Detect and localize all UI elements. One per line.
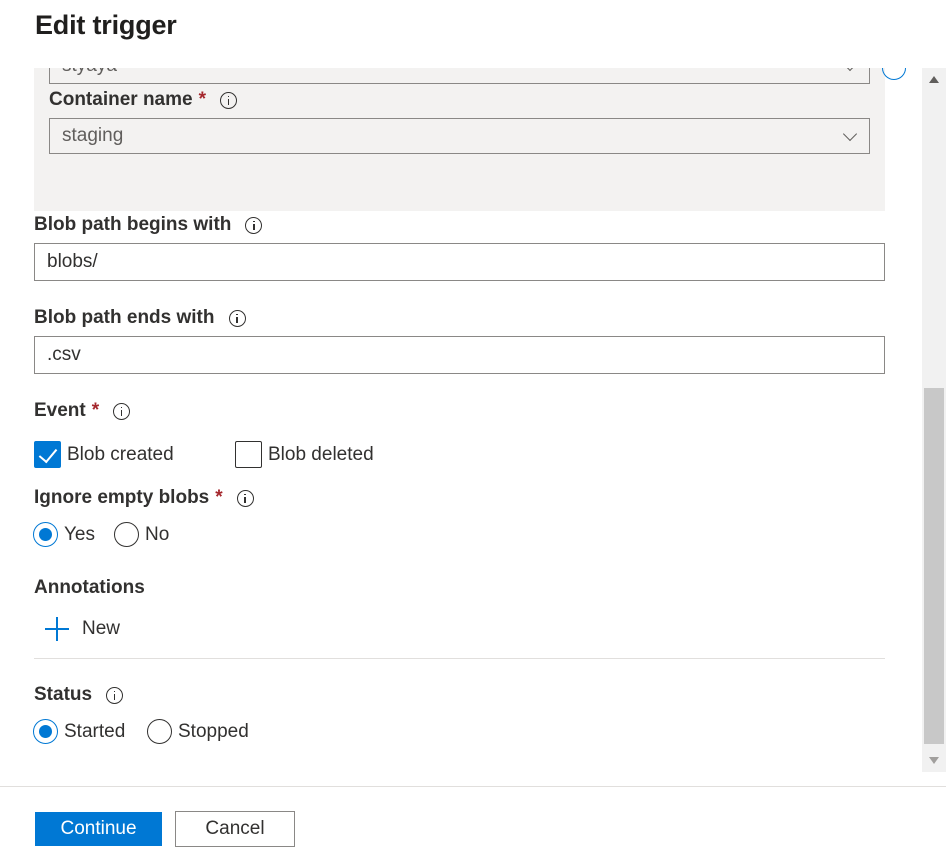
event-label: Event * xyxy=(34,400,131,422)
blob-begins-label: Blob path begins with xyxy=(34,214,263,236)
status-started-radio[interactable]: Started xyxy=(33,719,125,744)
status-stopped-radio[interactable]: Stopped xyxy=(147,719,249,744)
blob-deleted-label: Blob deleted xyxy=(268,443,374,465)
no-label: No xyxy=(145,523,170,545)
info-icon[interactable] xyxy=(106,686,124,704)
container-name-label: Container name * xyxy=(49,89,237,111)
radio-selected-icon xyxy=(33,719,58,744)
container-name-dropdown[interactable]: staging xyxy=(49,118,870,154)
info-icon[interactable] xyxy=(245,216,263,234)
ignore-empty-label: Ignore empty blobs * xyxy=(34,487,254,509)
radio-unselected-icon xyxy=(114,522,139,547)
info-icon[interactable] xyxy=(220,91,237,109)
container-name-value: staging xyxy=(62,125,124,146)
blob-created-label: Blob created xyxy=(67,443,174,465)
info-icon[interactable] xyxy=(113,402,131,420)
divider xyxy=(34,658,885,659)
info-icon[interactable] xyxy=(236,489,254,507)
info-icon[interactable] xyxy=(228,309,246,327)
radio-unselected-icon xyxy=(147,719,172,744)
new-annotation-label: New xyxy=(82,618,121,639)
annotations-label-text: Annotations xyxy=(34,577,145,598)
scrollbar-thumb[interactable] xyxy=(924,388,944,744)
yes-label: Yes xyxy=(64,523,95,545)
scroll-up-arrow-icon[interactable] xyxy=(929,76,939,83)
blob-ends-value: .csv xyxy=(47,344,81,365)
blob-ends-input[interactable]: .csv xyxy=(34,336,885,374)
chevron-down-icon xyxy=(842,126,858,142)
form-scroll-area[interactable]: styaya Container name * staging Blob pat… xyxy=(0,68,946,772)
blob-begins-value: blobs/ xyxy=(47,251,98,272)
required-marker: * xyxy=(198,89,206,110)
checkbox-unchecked-icon xyxy=(235,441,262,468)
blob-begins-input[interactable]: blobs/ xyxy=(34,243,885,281)
ignore-empty-no-radio[interactable]: No xyxy=(114,522,169,547)
plus-icon xyxy=(44,616,70,642)
scroll-down-arrow-icon[interactable] xyxy=(929,757,939,764)
cancel-button[interactable]: Cancel xyxy=(175,811,295,847)
stopped-label: Stopped xyxy=(178,720,249,742)
required-marker: * xyxy=(91,400,100,421)
event-label-text: Event xyxy=(34,400,86,421)
status-label-text: Status xyxy=(34,684,93,705)
status-label: Status xyxy=(34,684,124,706)
annotations-label: Annotations xyxy=(34,577,145,599)
ignore-empty-yes-radio[interactable]: Yes xyxy=(33,522,95,547)
blob-ends-label-text: Blob path ends with xyxy=(34,307,215,328)
vertical-scrollbar[interactable] xyxy=(922,68,946,772)
required-marker: * xyxy=(215,487,223,508)
new-annotation-button[interactable]: New xyxy=(44,616,120,642)
status-ring-icon xyxy=(882,68,906,80)
checkbox-checked-icon xyxy=(34,441,61,468)
started-label: Started xyxy=(64,720,126,742)
footer-divider xyxy=(0,786,946,787)
blob-created-checkbox[interactable]: Blob created xyxy=(34,441,174,468)
radio-selected-icon xyxy=(33,522,58,547)
continue-button[interactable]: Continue xyxy=(35,812,162,846)
storage-settings-panel: styaya Container name * staging xyxy=(34,68,885,211)
storage-account-value: styaya xyxy=(62,68,117,77)
ignore-empty-label-text: Ignore empty blobs xyxy=(34,487,210,508)
blob-ends-label: Blob path ends with xyxy=(34,307,246,329)
blob-begins-label-text: Blob path begins with xyxy=(34,214,232,235)
blob-deleted-checkbox[interactable]: Blob deleted xyxy=(235,441,374,468)
page-title: Edit trigger xyxy=(35,10,177,40)
chevron-down-icon xyxy=(842,68,858,72)
storage-account-dropdown[interactable]: styaya xyxy=(49,68,870,84)
container-name-label-text: Container name xyxy=(49,89,193,110)
